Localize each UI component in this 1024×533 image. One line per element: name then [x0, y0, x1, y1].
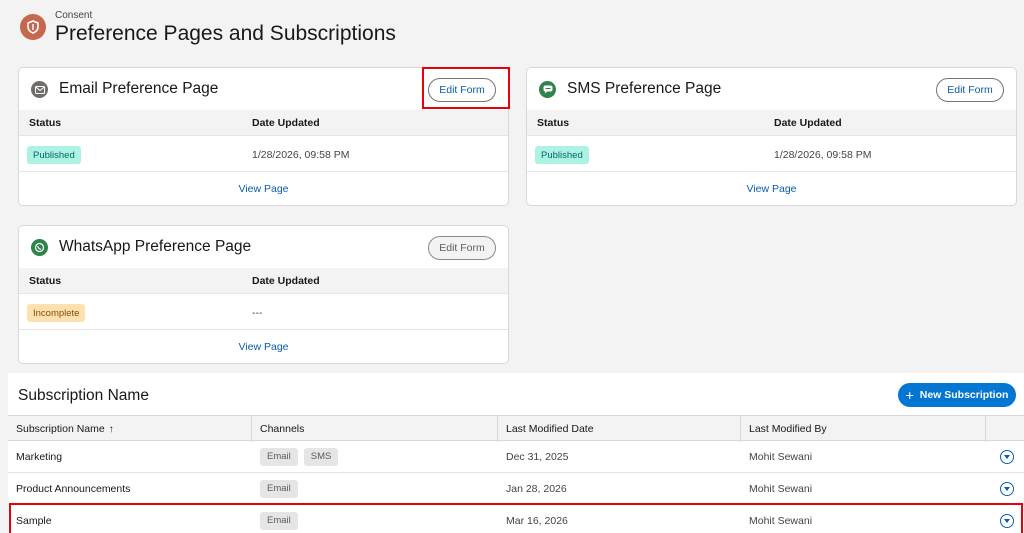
channel-chip: Email	[260, 479, 298, 498]
status-badge: Published	[535, 146, 589, 164]
column-header-channels[interactable]: Channels	[252, 416, 498, 442]
card-footer: View Page	[19, 331, 508, 363]
chevron-down-icon[interactable]	[1000, 450, 1014, 464]
envelope-icon	[31, 81, 48, 98]
whatsapp-edit-form-button[interactable]: Edit Form	[428, 236, 496, 260]
last-modified-by: Mohit Sewani	[749, 450, 813, 463]
card-title: WhatsApp Preference Page	[59, 238, 252, 255]
table-header: Subscription Name ↑ Channels Last Modifi…	[8, 415, 1024, 442]
whatsapp-icon	[31, 239, 48, 256]
date-column-header: Date Updated	[252, 117, 320, 129]
status-column-header: Status	[29, 117, 62, 129]
whatsapp-view-page-link[interactable]: View Page	[238, 341, 288, 353]
channels-cell: Email SMS	[260, 441, 344, 472]
email-view-page-link[interactable]: View Page	[238, 183, 288, 195]
channel-chip: Email	[260, 511, 298, 530]
shield-icon	[20, 14, 46, 40]
status-badge: Incomplete	[27, 304, 86, 322]
whatsapp-preference-card: WhatsApp Preference Page Edit Form Statu…	[18, 225, 509, 364]
last-modified-by: Mohit Sewani	[749, 514, 813, 527]
sms-view-page-link[interactable]: View Page	[746, 183, 796, 195]
channels-cell: Email	[260, 473, 304, 504]
subscription-name[interactable]: Marketing	[16, 441, 62, 472]
page-eyebrow: Consent	[55, 10, 93, 21]
last-modified-date: Jan 28, 2026	[506, 482, 567, 495]
column-header-subscription-name[interactable]: Subscription Name ↑	[8, 416, 252, 442]
card-status-row: Incomplete ---	[19, 294, 508, 330]
chevron-down-icon[interactable]	[1000, 482, 1014, 496]
card-status-row: Published 1/28/2026, 09:58 PM	[527, 136, 1016, 172]
sms-edit-form-button[interactable]: Edit Form	[936, 78, 1004, 102]
date-updated: 1/28/2026, 09:58 PM	[252, 149, 350, 161]
email-edit-form-button[interactable]: Edit Form	[428, 78, 496, 102]
card-header: Email Preference Page Edit Form	[19, 68, 508, 110]
last-modified-date: Dec 31, 2025	[506, 450, 569, 463]
card-title: SMS Preference Page	[567, 80, 722, 97]
date-column-header: Date Updated	[774, 117, 842, 129]
page-title: Preference Pages and Subscriptions	[55, 22, 396, 45]
last-modified-date: Mar 16, 2026	[506, 514, 568, 527]
last-modified-by: Mohit Sewani	[749, 482, 813, 495]
date-updated: ---	[252, 307, 263, 319]
card-header: WhatsApp Preference Page Edit Form	[19, 226, 508, 268]
table-row[interactable]: Product Announcements Email Jan 28, 2026…	[8, 473, 1024, 505]
card-footer: View Page	[527, 173, 1016, 205]
date-column-header: Date Updated	[252, 275, 320, 287]
sort-up-icon: ↑	[108, 423, 114, 435]
channel-chip: SMS	[303, 447, 339, 466]
card-footer: View Page	[19, 173, 508, 205]
column-header-actions	[986, 416, 1024, 442]
subscription-name[interactable]: Product Announcements	[16, 473, 130, 504]
subscriptions-section: Subscription Name + New Subscription Sub…	[8, 373, 1024, 533]
card-column-headers: Status Date Updated	[527, 110, 1016, 136]
card-column-headers: Status Date Updated	[19, 268, 508, 294]
table-row[interactable]: Sample Email Mar 16, 2026 Mohit Sewani	[8, 505, 1024, 533]
column-header-last-modified-by[interactable]: Last Modified By	[741, 416, 986, 442]
card-status-row: Published 1/28/2026, 09:58 PM	[19, 136, 508, 172]
card-column-headers: Status Date Updated	[19, 110, 508, 136]
new-subscription-label: New Subscription	[919, 389, 1009, 401]
column-header-last-modified-date[interactable]: Last Modified Date	[498, 416, 741, 442]
channels-cell: Email	[260, 505, 304, 533]
card-header: SMS Preference Page Edit Form	[527, 68, 1016, 110]
sms-preference-card: SMS Preference Page Edit Form Status Dat…	[526, 67, 1017, 206]
status-badge: Published	[27, 146, 81, 164]
date-updated: 1/28/2026, 09:58 PM	[774, 149, 872, 161]
chevron-down-icon[interactable]	[1000, 514, 1014, 528]
status-column-header: Status	[537, 117, 570, 129]
channel-chip: Email	[260, 447, 298, 466]
card-title: Email Preference Page	[59, 80, 219, 97]
page-header: Consent Preference Pages and Subscriptio…	[0, 0, 1024, 57]
subscription-name[interactable]: Sample	[16, 505, 52, 533]
email-preference-card: Email Preference Page Edit Form Status D…	[18, 67, 509, 206]
new-subscription-button[interactable]: + New Subscription	[898, 383, 1016, 407]
table-row[interactable]: Marketing Email SMS Dec 31, 2025 Mohit S…	[8, 441, 1024, 473]
plus-icon: +	[905, 387, 914, 403]
status-column-header: Status	[29, 275, 62, 287]
subscriptions-title: Subscription Name	[18, 387, 149, 404]
chat-bubble-icon	[539, 81, 556, 98]
